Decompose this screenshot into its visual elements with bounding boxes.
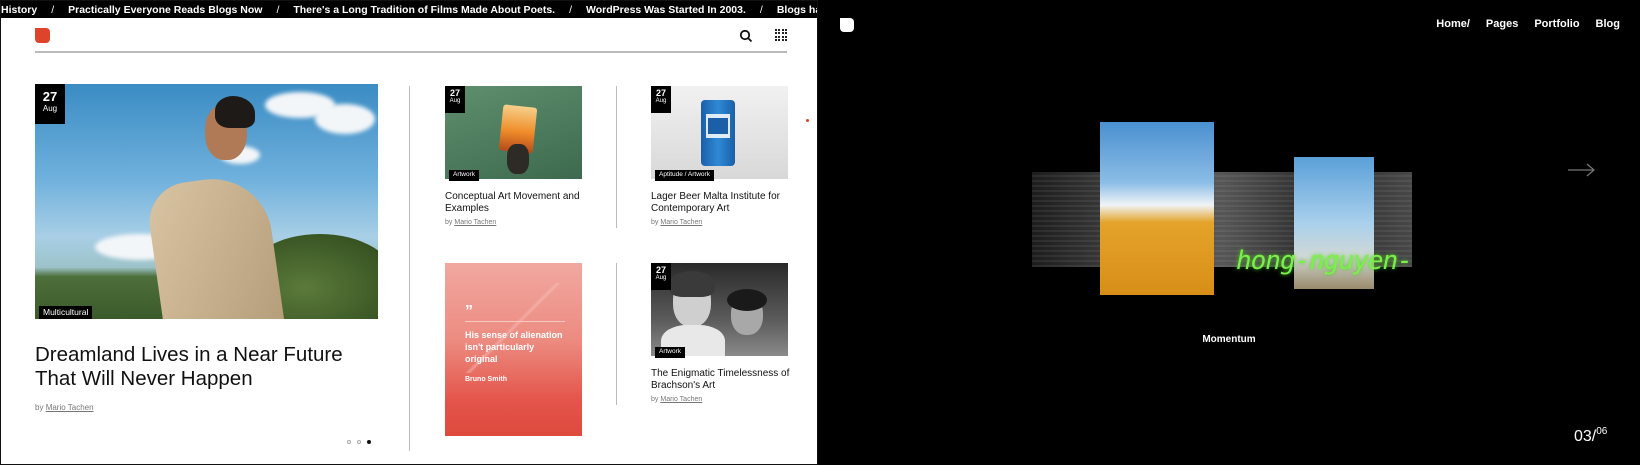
quote-mark-icon: ” — [465, 303, 473, 320]
post-card-image[interactable] — [445, 86, 582, 179]
ticker-separator: / — [759, 3, 763, 16]
ticker-item[interactable]: Practically Everyone Reads Blogs Now — [68, 4, 262, 16]
ticker-item[interactable]: WordPress Was Started In 2003. — [586, 4, 746, 16]
author-link[interactable]: Mario Tachen — [454, 219, 496, 226]
header-divider — [35, 51, 787, 53]
date-badge: 27 Aug — [35, 84, 65, 124]
byline: by Mario Tachen — [445, 219, 497, 226]
ticker-separator: / — [51, 3, 55, 16]
slide-caption[interactable]: Momentum — [818, 334, 1640, 345]
author-link[interactable]: Mario Tachen — [46, 403, 94, 412]
byline: by Mario Tachen — [651, 396, 703, 403]
site-logo[interactable] — [35, 28, 50, 43]
author-link[interactable]: Mario Tachen — [660, 219, 702, 226]
search-icon[interactable] — [739, 29, 753, 43]
ticker-item[interactable]: There's a Long Tradition of Films Made A… — [293, 4, 555, 16]
ticker-item[interactable]: Blogs have a relatively short his — [777, 4, 817, 16]
post-card-title[interactable]: The Enigmatic Timelessness of Brachson's… — [651, 368, 791, 392]
post-card-title[interactable]: Conceptual Art Movement and Examples — [445, 191, 585, 215]
pagination-dot[interactable] — [347, 440, 351, 444]
category-label[interactable]: Artwork — [449, 170, 480, 181]
pagination-dot[interactable] — [357, 440, 361, 444]
quote-text: His sense of alienation isn't particular… — [465, 330, 563, 364]
byline: by Mario Tachen — [651, 219, 703, 226]
quote-author: Bruno Smith — [465, 376, 507, 383]
quote-card[interactable]: ” His sense of alienation isn't particul… — [445, 263, 582, 436]
nav-item-home[interactable]: Home/ — [1436, 18, 1470, 30]
category-label[interactable]: Artwork — [655, 347, 686, 358]
nav-item-portfolio[interactable]: Portfolio — [1534, 18, 1579, 30]
category-label[interactable]: Multicultural — [39, 306, 93, 319]
post-card-image[interactable] — [651, 263, 788, 356]
date-badge: 27 Aug — [651, 263, 671, 290]
slide-artwork[interactable]: hong-nguyen- — [1032, 122, 1432, 302]
date-badge: 27 Aug — [445, 86, 465, 113]
grid-menu-icon[interactable] — [775, 29, 787, 41]
date-badge: 27 Aug — [651, 86, 671, 113]
portfolio-preview-panel: Home/ Pages Portfolio Blog hong-nguyen- … — [818, 0, 1640, 465]
slide-counter: 03/06 — [1574, 426, 1608, 445]
ticker-item[interactable]: History — [1, 4, 37, 16]
column-divider — [616, 86, 617, 228]
byline: by Mario Tachen — [35, 403, 94, 412]
featured-post-title[interactable]: Dreamland Lives in a Near Future That Wi… — [35, 343, 375, 391]
indicator-dot — [806, 119, 809, 122]
featured-post-image[interactable] — [35, 84, 378, 319]
slider-pagination — [347, 440, 371, 444]
site-logo[interactable] — [840, 18, 854, 32]
column-divider — [409, 86, 410, 451]
artwork-neon-text: hong-nguyen- — [1236, 246, 1413, 276]
post-card-image[interactable] — [651, 86, 788, 179]
author-link[interactable]: Mario Tachen — [660, 396, 702, 403]
column-divider — [616, 263, 617, 405]
artwork-photo — [1100, 122, 1214, 295]
main-nav: Home/ Pages Portfolio Blog — [1436, 18, 1620, 30]
post-card-title[interactable]: Lager Beer Malta Institute for Contempor… — [651, 191, 791, 215]
pagination-dot-active[interactable] — [367, 440, 371, 444]
news-ticker: History / Practically Everyone Reads Blog… — [1, 1, 817, 18]
ticker-separator: / — [276, 3, 280, 16]
arrow-right-icon[interactable] — [1568, 163, 1596, 177]
nav-item-pages[interactable]: Pages — [1486, 18, 1518, 30]
blog-preview-panel: History / Practically Everyone Reads Blog… — [0, 0, 818, 465]
category-label[interactable]: Aptitude / Artwork — [655, 170, 714, 181]
nav-item-blog[interactable]: Blog — [1596, 18, 1620, 30]
ticker-separator: / — [569, 3, 572, 16]
